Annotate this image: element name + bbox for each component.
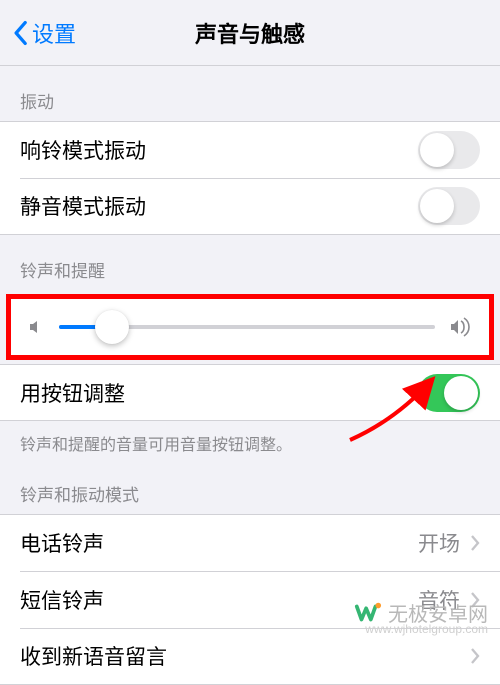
volume-slider-highlight bbox=[0, 290, 500, 364]
footnote-ringer: 铃声和提醒的音量可用音量按钮调整。 bbox=[0, 421, 500, 459]
row-change-with-buttons[interactable]: 用按钮调整 bbox=[0, 364, 500, 421]
row-label: 静音模式振动 bbox=[20, 191, 146, 221]
chevron-left-icon bbox=[12, 20, 28, 46]
volume-high-icon bbox=[449, 317, 473, 337]
switch-vibrate-on-ring[interactable] bbox=[418, 131, 480, 169]
row-label: 收到新语音留言 bbox=[20, 641, 167, 671]
volume-slider-row bbox=[6, 294, 494, 360]
back-button[interactable]: 设置 bbox=[12, 17, 76, 49]
row-label: 用按钮调整 bbox=[20, 378, 125, 408]
switch-vibrate-on-silent[interactable] bbox=[418, 187, 480, 225]
row-label: 短信铃声 bbox=[20, 585, 104, 615]
row-vibrate-on-silent[interactable]: 静音模式振动 bbox=[0, 178, 500, 235]
watermark: 无极安卓网 www.wjhotelgroup.com bbox=[354, 598, 488, 627]
navigation-bar: 设置 声音与触感 bbox=[0, 0, 500, 66]
volume-slider[interactable] bbox=[59, 325, 435, 329]
row-label: 电话铃声 bbox=[20, 528, 104, 558]
row-value: 开场 bbox=[418, 528, 460, 558]
chevron-right-icon bbox=[470, 647, 480, 665]
switch-change-with-buttons[interactable] bbox=[418, 374, 480, 412]
row-ringtone[interactable]: 电话铃声 开场 bbox=[0, 514, 500, 571]
row-label: 响铃模式振动 bbox=[20, 135, 146, 165]
row-vibrate-on-ring[interactable]: 响铃模式振动 bbox=[0, 121, 500, 178]
slider-thumb[interactable] bbox=[95, 310, 129, 344]
group-header-vibration: 振动 bbox=[0, 66, 500, 121]
chevron-right-icon bbox=[470, 534, 480, 552]
group-header-patterns: 铃声和振动模式 bbox=[0, 459, 500, 514]
group-header-ringer: 铃声和提醒 bbox=[0, 235, 500, 290]
row-new-voicemail[interactable]: 收到新语音留言 bbox=[0, 628, 500, 685]
watermark-url: www.wjhotelgroup.com bbox=[365, 622, 488, 636]
volume-low-icon bbox=[27, 318, 45, 336]
back-label: 设置 bbox=[32, 17, 76, 49]
